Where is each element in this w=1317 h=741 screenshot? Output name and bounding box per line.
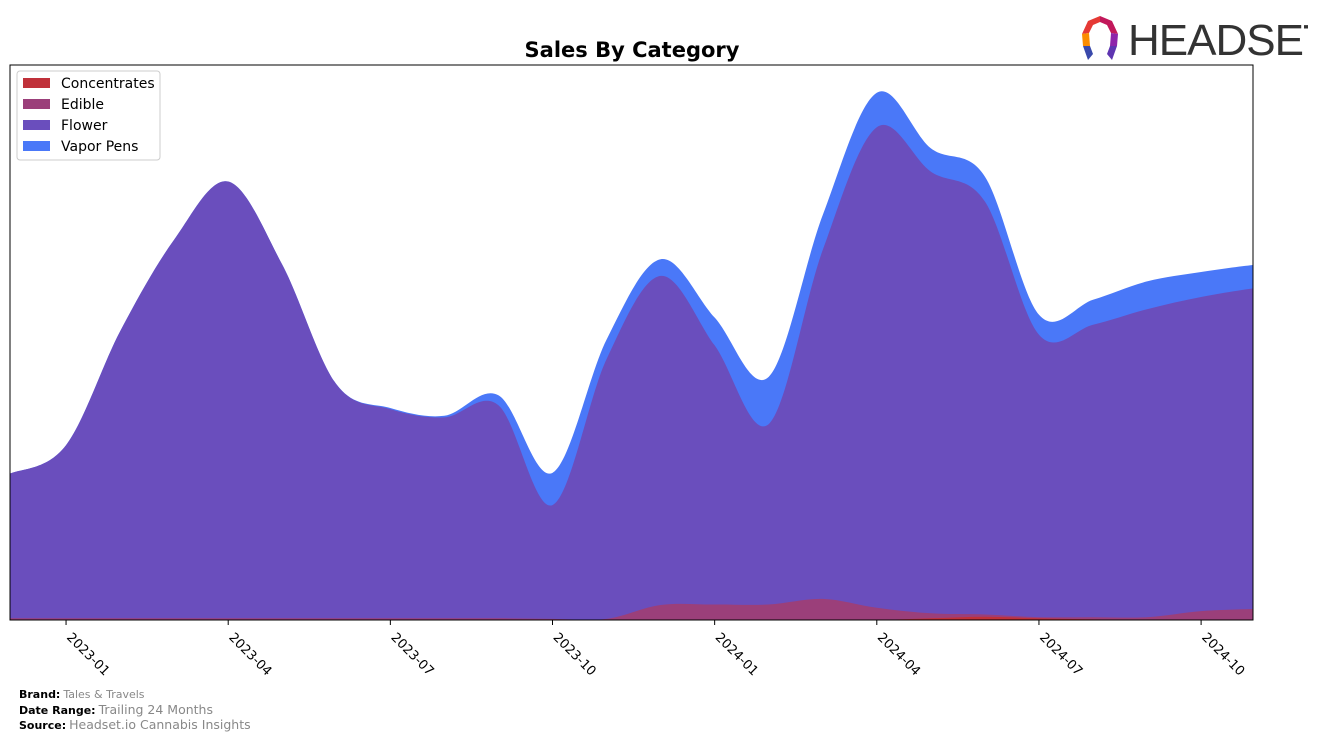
- legend-swatch: [23, 99, 50, 109]
- legend-label: Edible: [61, 97, 104, 113]
- x-tick-label: 2023-04: [225, 630, 274, 679]
- footer-brand: Brand: Tales & Travels: [19, 688, 145, 701]
- chart-title: Sales By Category: [525, 38, 740, 62]
- plot-areas: [10, 91, 1253, 620]
- legend-label: Vapor Pens: [61, 139, 138, 155]
- chart-footer: Brand: Tales & Travels Date Range: Trailin…: [19, 688, 251, 734]
- x-tick-label: 2023-01: [63, 630, 112, 679]
- headset-logo-icon: [1082, 16, 1118, 60]
- x-tick-label: 2024-01: [712, 630, 761, 679]
- legend-swatch: [23, 78, 50, 88]
- headset-logo-text: HEADSET: [1128, 16, 1308, 62]
- x-tick-label: 2023-07: [388, 630, 437, 679]
- x-tick-label: 2023-10: [550, 630, 599, 679]
- area-flower: [10, 124, 1253, 620]
- legend-swatch: [23, 141, 50, 151]
- legend-label: Concentrates: [61, 76, 155, 92]
- legend: Concentrates Edible Flower Vapor Pens: [16, 70, 161, 161]
- x-tick-label: 2024-07: [1036, 630, 1085, 679]
- x-axis: 2023-01 2023-04 2023-07 2023-10 2024-01 2024-…: [63, 620, 1247, 679]
- legend-swatch: [23, 120, 50, 130]
- footer-source: Source: Headset.io Cannabis Insights: [19, 717, 251, 732]
- legend-label: Flower: [61, 118, 108, 134]
- footer-date-range: Date Range: Trailing 24 Months: [19, 701, 213, 717]
- x-tick-label: 2024-10: [1198, 630, 1247, 679]
- x-tick-label: 2024-04: [874, 630, 923, 679]
- sales-by-category-chart: Sales By Category 2023-01 2023-04 2023-07 2…: [9, 38, 1254, 679]
- headset-logo: HEADSET: [1082, 16, 1308, 62]
